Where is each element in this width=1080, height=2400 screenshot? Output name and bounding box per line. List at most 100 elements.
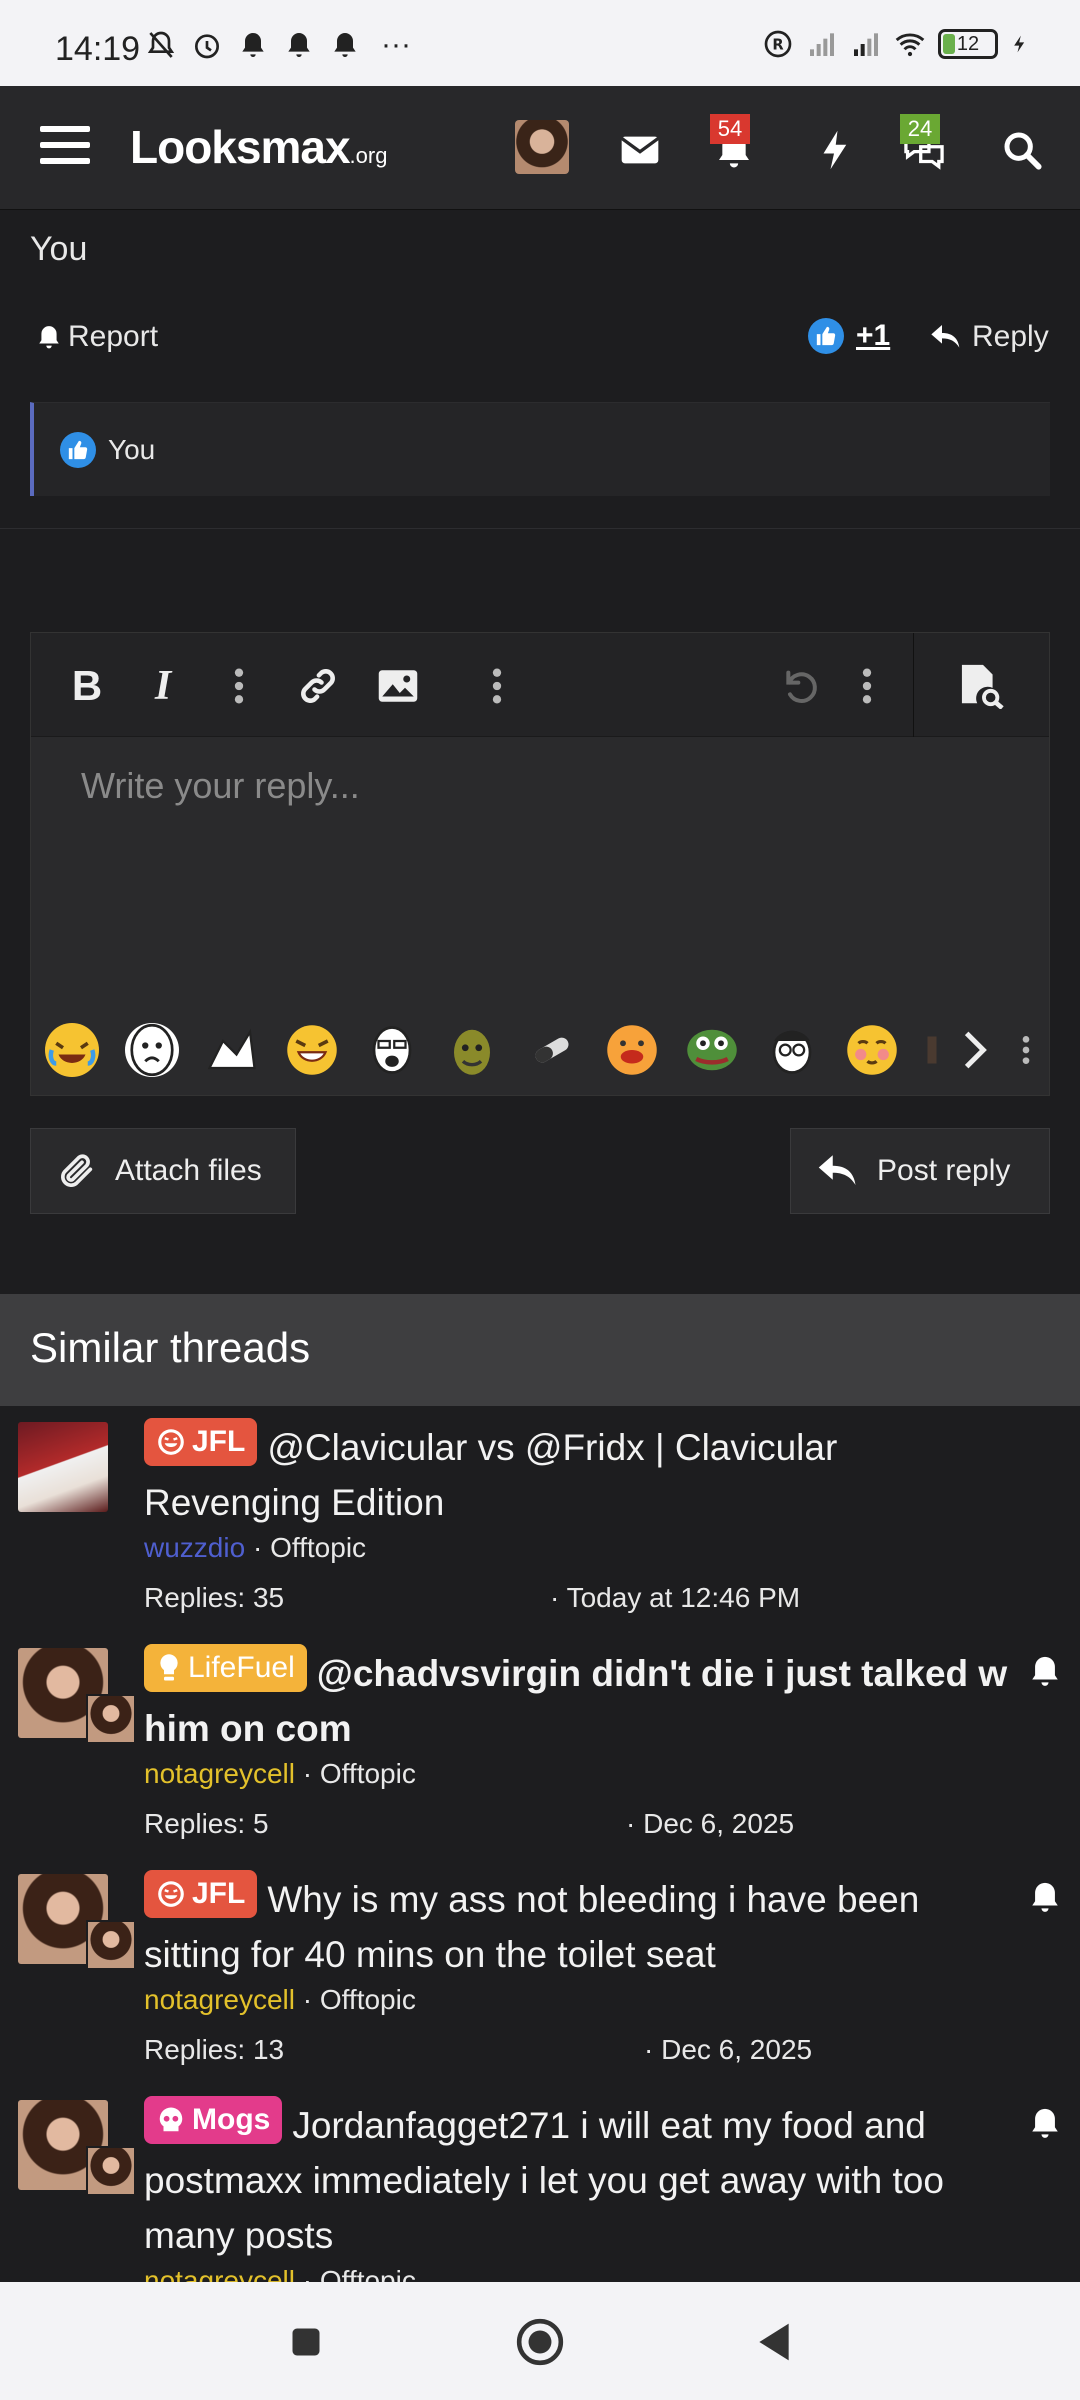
more-edit-options-button[interactable]: [857, 663, 877, 709]
thread-forum[interactable]: Offtopic: [320, 1984, 416, 2015]
square-icon: [292, 2328, 320, 2356]
watched-bell-icon[interactable]: [1028, 1654, 1062, 1688]
link-icon: [301, 669, 335, 703]
bell-off-icon: [147, 31, 175, 58]
italic-button[interactable]: I: [143, 663, 183, 709]
thread-meta: notagreycell · Offtopic: [144, 1984, 416, 2015]
svg-text:R: R: [772, 36, 783, 53]
pleading-face-smilie[interactable]: [845, 1023, 899, 1077]
insert-link-button[interactable]: [295, 663, 341, 709]
thread-title[interactable]: LifeFuel @chadvsvirgin didn't die i just…: [144, 1644, 1024, 1756]
thread-body: JFL Why is my ass not bleeding i have be…: [144, 1870, 1024, 2068]
thumbs-up-icon: [60, 431, 96, 468]
reactions-list[interactable]: You: [30, 402, 1050, 496]
more-insert-options-button[interactable]: [487, 663, 507, 709]
meme-face-smilie[interactable]: [205, 1023, 259, 1077]
thread-author-avatar[interactable]: [18, 1422, 108, 1512]
reply-button[interactable]: Reply: [930, 320, 1049, 354]
search-button[interactable]: [994, 122, 1050, 178]
post-reply-button[interactable]: Post reply: [790, 1128, 1050, 1214]
reply-arrow-icon: [818, 1155, 856, 1185]
wojak-crying-smilie[interactable]: [125, 1023, 179, 1077]
status-notification-icons: ···: [145, 28, 411, 62]
soyjak-smilie[interactable]: [365, 1023, 419, 1077]
pepe-smilie[interactable]: [685, 1023, 739, 1077]
last-poster-avatar[interactable]: [86, 1920, 136, 1970]
lightbulb-icon: [160, 1654, 178, 1681]
back-button[interactable]: [746, 2314, 802, 2370]
vertical-dots-icon: [492, 668, 502, 704]
alerts-button[interactable]: 54: [706, 114, 762, 178]
thread-author[interactable]: notagreycell: [144, 1984, 295, 2015]
thread-prefix: Mogs: [144, 2096, 283, 2144]
last-poster-avatar[interactable]: [86, 2146, 136, 2196]
battery-indicator: 12: [938, 29, 998, 59]
last-poster-avatar[interactable]: [86, 1694, 136, 1744]
thumbs-up-icon: [808, 318, 844, 354]
shrek-smilie[interactable]: [445, 1023, 499, 1077]
grinning-tears-smilie[interactable]: [285, 1023, 339, 1077]
thread-prefix: JFL: [144, 1418, 258, 1466]
pill-smilie[interactable]: [525, 1023, 579, 1077]
divider: [0, 528, 1080, 529]
attach-files-label: Attach files: [115, 1154, 262, 1187]
report-label: Report: [68, 320, 159, 353]
vertical-dots-icon: [234, 668, 244, 704]
smilie-options-button[interactable]: [1021, 1023, 1031, 1077]
toolbar-divider: [913, 633, 914, 737]
reaction-summary[interactable]: +1: [808, 318, 890, 354]
app-header: Looksmax.org 54 24: [0, 86, 1080, 210]
thread-date: · Dec 6, 2025: [644, 2034, 813, 2065]
partial-smilie: [925, 1023, 939, 1077]
thread-stats: Replies: 35 · Today at 12:46 PM: [144, 1582, 1024, 1616]
watched-bell-icon[interactable]: [1028, 1880, 1062, 1914]
conversations-button[interactable]: 24: [896, 114, 952, 178]
thread-title[interactable]: Mogs Jordanfagget271 i will eat my food …: [144, 2096, 1024, 2263]
paperclip-icon: [61, 1154, 93, 1187]
thread-title[interactable]: JFL @Clavicular vs @Fridx | Clavicular R…: [144, 1418, 1024, 1530]
undo-button[interactable]: [777, 663, 823, 709]
crying-laughing-smilie[interactable]: [45, 1023, 99, 1077]
thread-stats: Replies: 13 · Dec 6, 2025: [144, 2034, 1024, 2068]
thread-author[interactable]: wuzzdio: [144, 1532, 245, 1563]
thread-body: Mogs Jordanfagget271 i will eat my food …: [144, 2096, 1024, 2297]
insert-image-button[interactable]: [375, 663, 421, 709]
whats-new-button[interactable]: [806, 122, 862, 178]
recents-button[interactable]: [278, 2314, 334, 2370]
thread-forum[interactable]: Offtopic: [270, 1532, 366, 1563]
thread-meta: wuzzdio · Offtopic: [144, 1532, 367, 1563]
status-time: 14:19: [55, 30, 141, 68]
reply-textarea[interactable]: Write your reply...: [81, 765, 360, 807]
reply-label: Reply: [972, 320, 1049, 353]
thread-forum[interactable]: Offtopic: [320, 1758, 416, 1789]
post-reply-label: Post reply: [877, 1154, 1011, 1187]
status-bar: 14:19 ··· R 12: [0, 0, 1080, 86]
bolt-icon: [823, 130, 847, 170]
user-avatar[interactable]: [515, 120, 569, 174]
bold-button[interactable]: B: [67, 662, 107, 709]
preview-button[interactable]: [955, 663, 1011, 709]
thread-body: LifeFuel @chadvsvirgin didn't die i just…: [144, 1644, 1024, 1842]
home-button[interactable]: [512, 2314, 568, 2370]
alarm-icon: [195, 34, 219, 59]
similar-threads-heading: Similar threads: [0, 1294, 1080, 1406]
chevron-right-icon[interactable]: [955, 1023, 995, 1077]
laughing-face-icon: [158, 1881, 184, 1907]
reaction-count: +1: [856, 319, 891, 352]
undo-icon: [786, 670, 817, 703]
thread-date: · Today at 12:46 PM: [550, 1582, 801, 1613]
hamburger-icon[interactable]: [40, 126, 90, 170]
thread-replies: Replies: 13: [144, 2034, 285, 2065]
watched-bell-icon[interactable]: [1028, 2106, 1062, 2140]
alerts-badge: 54: [710, 114, 750, 144]
attach-files-button[interactable]: Attach files: [30, 1128, 296, 1214]
inbox-button[interactable]: [612, 122, 668, 178]
thread-author[interactable]: notagreycell: [144, 1758, 295, 1789]
preview-icon: [961, 664, 1004, 709]
blushing-face-smilie[interactable]: [605, 1023, 659, 1077]
thread-title[interactable]: JFL Why is my ass not bleeding i have be…: [144, 1870, 1024, 1982]
more-text-options-button[interactable]: [229, 663, 249, 709]
site-logo[interactable]: Looksmax.org: [130, 120, 387, 174]
report-button[interactable]: Report: [36, 320, 158, 354]
nerd-wojak-smilie[interactable]: [765, 1023, 819, 1077]
